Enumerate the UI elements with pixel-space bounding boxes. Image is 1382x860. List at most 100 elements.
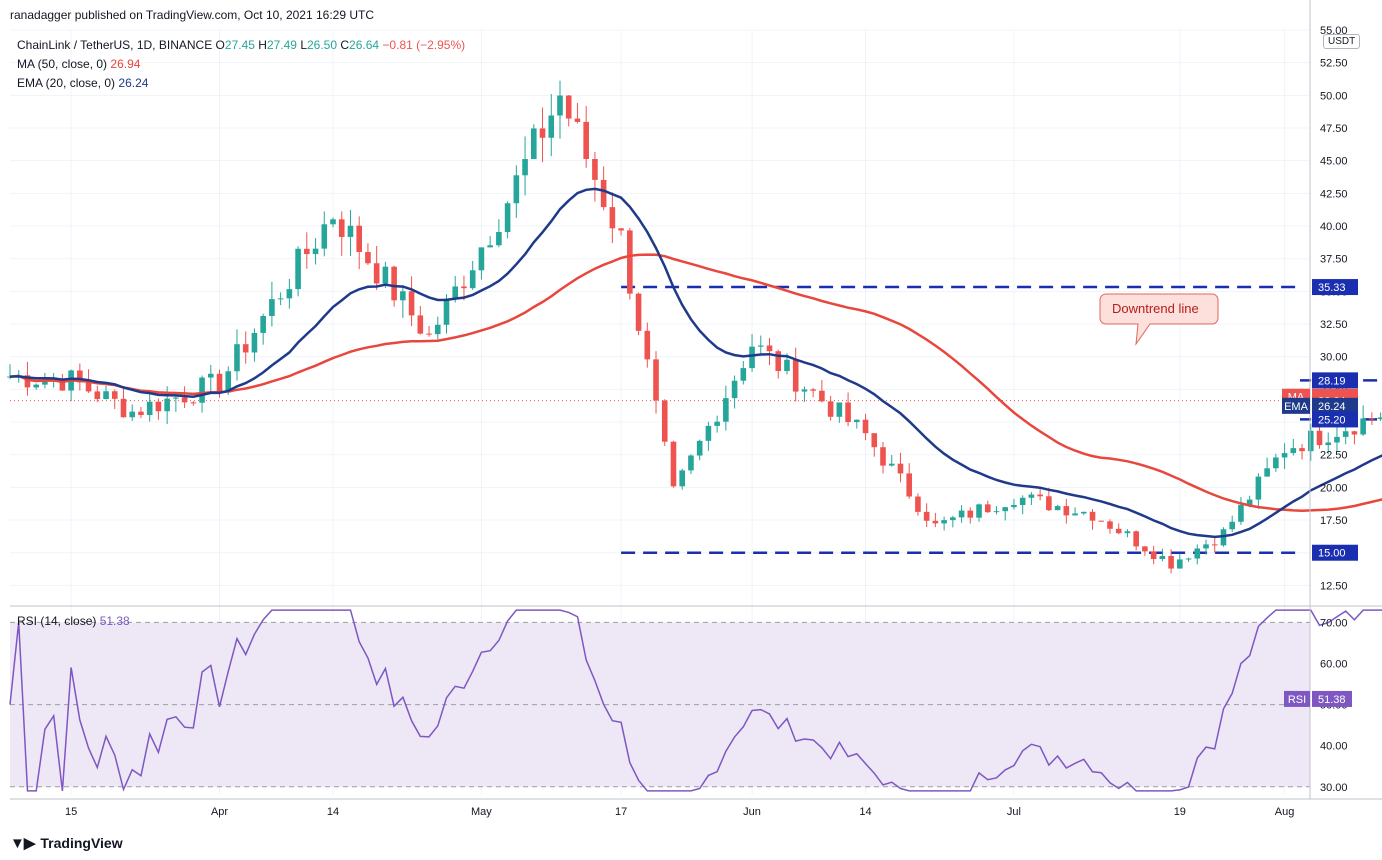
candle	[269, 281, 275, 327]
legend-ma-row: MA (50, close, 0) 26.94	[17, 55, 465, 74]
candle-body	[426, 333, 432, 335]
candle	[723, 385, 729, 431]
high-label: H	[258, 38, 267, 52]
candle-body	[993, 511, 1000, 513]
rsi-value: 51.38	[99, 614, 130, 628]
candle	[1080, 511, 1087, 516]
open-value: 27.45	[224, 38, 255, 52]
candle-body	[295, 248, 301, 290]
candle	[679, 468, 686, 490]
ema-label: EMA (20, close, 0)	[17, 76, 116, 90]
candle-body	[304, 248, 310, 255]
candle-body	[1080, 511, 1087, 514]
candle-body	[618, 228, 624, 231]
ma-label: MA (50, close, 0)	[17, 57, 108, 71]
candle-body	[1028, 494, 1035, 498]
x-tick-label: 17	[615, 806, 627, 818]
currency-button[interactable]: USDT	[1323, 34, 1361, 49]
candle-body	[286, 289, 293, 299]
candle-body	[173, 397, 179, 399]
candle	[714, 415, 720, 433]
x-tick-label: May	[471, 806, 492, 818]
candle	[1107, 519, 1113, 534]
candle	[260, 313, 266, 345]
candle	[522, 136, 528, 196]
rsi-label: RSI (14, close)	[17, 614, 97, 628]
candle	[950, 515, 956, 528]
annotation-text: Downtrend line	[1112, 301, 1199, 316]
candle-body	[1089, 511, 1096, 521]
candle-body	[85, 382, 92, 392]
candle-body	[531, 128, 537, 160]
tradingview-logo-icon: ▼▶	[10, 835, 35, 852]
candle	[915, 493, 921, 516]
candle-body	[906, 473, 912, 497]
candle-body	[1211, 544, 1218, 546]
candle-body	[854, 419, 860, 423]
y-tick-label: 17.50	[1320, 515, 1348, 527]
candle-body	[984, 504, 991, 513]
candle	[635, 292, 642, 336]
candle	[504, 201, 511, 239]
candle	[103, 385, 109, 400]
candle	[696, 439, 703, 461]
candle	[1098, 520, 1105, 522]
price-tag: 28.19	[1312, 372, 1358, 389]
candle	[609, 192, 616, 244]
candle	[749, 334, 755, 372]
candle	[1133, 530, 1139, 551]
candle	[365, 243, 371, 265]
candle-body	[452, 286, 459, 299]
candle-body	[1159, 556, 1166, 560]
candle-body	[574, 118, 581, 122]
candle-body	[417, 315, 424, 334]
candle	[565, 95, 572, 127]
footer-brand[interactable]: ▼▶ TradingView	[10, 834, 123, 852]
candle	[688, 454, 694, 475]
candle-body	[1115, 528, 1122, 534]
candle-body	[731, 380, 738, 399]
candle	[1255, 473, 1262, 509]
candle-body	[312, 248, 319, 255]
candle	[557, 80, 563, 139]
candle	[862, 413, 869, 441]
candle	[539, 107, 546, 163]
candle	[400, 284, 406, 318]
candle-body	[129, 411, 136, 418]
candle-body	[871, 433, 878, 448]
candle	[373, 245, 380, 290]
candle	[77, 363, 83, 391]
candle	[757, 335, 764, 354]
candle-body	[443, 298, 450, 325]
candle-body	[251, 332, 258, 353]
chart-canvas[interactable]: 55.0052.5050.0047.5045.0042.5040.0037.50…	[0, 0, 1382, 860]
candle-body	[897, 463, 904, 474]
candle-body	[260, 315, 266, 333]
candle-body	[557, 95, 563, 116]
y-tick-label: 42.50	[1320, 188, 1348, 200]
y-tick-label: 50.00	[1320, 90, 1348, 102]
y-tick-label: 20.00	[1320, 482, 1348, 494]
candle-body	[1098, 520, 1105, 522]
x-tick-label: 14	[327, 806, 339, 818]
candle	[356, 216, 362, 270]
candle	[871, 432, 878, 457]
candle	[827, 395, 834, 421]
rsi-tag-name: RSI	[1288, 694, 1306, 706]
candle	[1281, 443, 1288, 469]
candle-body	[880, 447, 886, 466]
rsi-tick-label: 30.00	[1320, 782, 1348, 794]
candle-body	[600, 179, 607, 208]
candle-body	[1351, 431, 1358, 435]
candle	[661, 399, 668, 447]
x-tick-label: Apr	[211, 806, 228, 818]
candle	[888, 454, 895, 467]
candle-body	[784, 359, 790, 372]
candle-body	[408, 291, 415, 316]
candle-body	[242, 344, 249, 353]
candle	[469, 260, 476, 290]
candle-body	[583, 121, 589, 159]
candle-body	[705, 425, 712, 441]
candle	[792, 347, 799, 402]
candle	[234, 329, 240, 381]
